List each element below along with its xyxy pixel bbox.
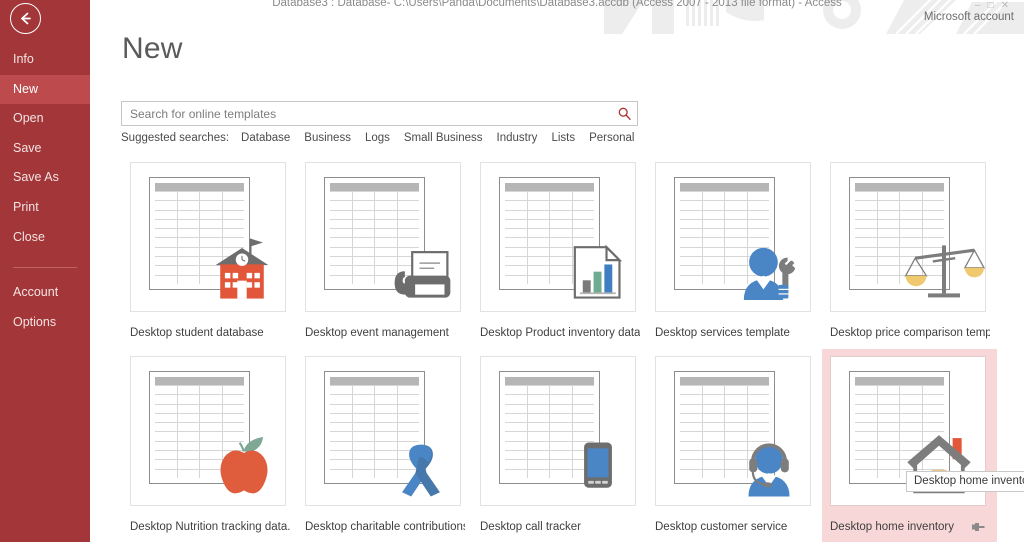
suggested-link-lists[interactable]: Lists — [551, 132, 575, 144]
suggested-link-small-business[interactable]: Small Business — [404, 132, 483, 144]
template-card[interactable]: Desktop event management — [297, 155, 472, 349]
person-wrench-icon — [730, 235, 806, 308]
suggested-link-personal[interactable]: Personal — [589, 132, 634, 144]
template-card[interactable]: Desktop Nutrition tracking data... — [122, 349, 297, 542]
page-title: New — [122, 32, 183, 65]
template-card-label: Desktop charitable contributions — [305, 521, 465, 533]
headset-person-icon — [732, 432, 806, 503]
apple-icon — [207, 431, 281, 502]
template-card-label: Desktop event management — [305, 327, 449, 339]
template-card-label: Desktop student database — [130, 327, 264, 339]
template-card[interactable]: Desktop call tracker — [472, 349, 647, 542]
template-card-label: Desktop call tracker — [480, 521, 581, 533]
template-card-label: Desktop services template — [655, 327, 790, 339]
template-thumbnail — [480, 162, 636, 312]
sidebar-item-new[interactable]: New — [0, 74, 90, 105]
template-thumbnail — [830, 162, 986, 312]
suggested-searches-label: Suggested searches: — [121, 132, 230, 144]
sidebar-item-open[interactable]: Open — [0, 104, 90, 134]
main-content: New Suggested searches: Database Busines… — [90, 0, 1024, 542]
template-card[interactable]: Desktop home inventory Desktop home inven… — [822, 349, 1024, 542]
template-thumbnail — [130, 356, 286, 506]
scales-icon — [903, 231, 985, 308]
sidebar-item-close[interactable]: Close — [0, 223, 90, 253]
template-thumbnail — [480, 356, 636, 506]
template-card-label: Desktop home inventory — [830, 521, 955, 533]
template-thumbnail — [655, 162, 811, 312]
search-input[interactable] — [122, 102, 611, 125]
pin-icon[interactable] — [971, 520, 985, 532]
suggested-link-logs[interactable]: Logs — [365, 132, 390, 144]
suggested-searches: Suggested searches: Database Business Lo… — [121, 132, 648, 144]
template-card-label: Desktop Product inventory data... — [480, 327, 640, 339]
template-card-label: Desktop Nutrition tracking data... — [130, 521, 290, 533]
backstage-sidebar: Info New Open Save Save As Print Close A… — [0, 0, 90, 542]
template-thumbnail — [305, 356, 461, 506]
sidebar-divider — [13, 267, 77, 269]
mobile-phone-icon — [569, 431, 627, 502]
back-arrow-icon[interactable] — [10, 3, 41, 34]
search-box[interactable] — [121, 101, 638, 126]
sidebar-item-info[interactable]: Info — [0, 45, 90, 75]
template-card-label: Desktop customer service — [655, 521, 788, 533]
template-thumbnail — [305, 162, 461, 312]
template-card[interactable]: Desktop charitable contributions — [297, 349, 472, 542]
template-tooltip: Desktop home inventory — [906, 471, 1024, 492]
schoolhouse-icon — [203, 234, 281, 309]
chart-doc-icon — [559, 237, 631, 307]
template-card[interactable]: Desktop services template — [647, 155, 822, 349]
search-icon[interactable] — [611, 102, 637, 125]
sidebar-item-save[interactable]: Save — [0, 134, 90, 164]
template-grid: Desktop student database Desktop event ma… — [122, 155, 1024, 542]
ribbon-icon — [386, 433, 456, 502]
sidebar-item-save-as[interactable]: Save As — [0, 163, 90, 193]
suggested-link-industry[interactable]: Industry — [497, 132, 538, 144]
sidebar-item-options[interactable]: Options — [0, 308, 90, 338]
fax-machine-icon — [384, 236, 458, 307]
template-card-label: Desktop price comparison templ... — [830, 327, 990, 339]
sidebar-nav: Info New Open Save Save As Print Close A… — [0, 45, 90, 337]
sidebar-item-account[interactable]: Account — [0, 278, 90, 308]
suggested-link-business[interactable]: Business — [304, 132, 351, 144]
template-card[interactable]: Desktop student database — [122, 155, 297, 349]
template-card[interactable]: Desktop customer service — [647, 349, 822, 542]
template-card[interactable]: Desktop Product inventory data... — [472, 155, 647, 349]
template-card[interactable]: Desktop price comparison templ... — [822, 155, 997, 349]
suggested-link-database[interactable]: Database — [241, 132, 290, 144]
template-thumbnail — [655, 356, 811, 506]
access-backstage-new-screen: Database3 : Database- C:\Users\Panda\Doc… — [0, 0, 1024, 542]
template-thumbnail — [130, 162, 286, 312]
sidebar-item-print[interactable]: Print — [0, 193, 90, 223]
